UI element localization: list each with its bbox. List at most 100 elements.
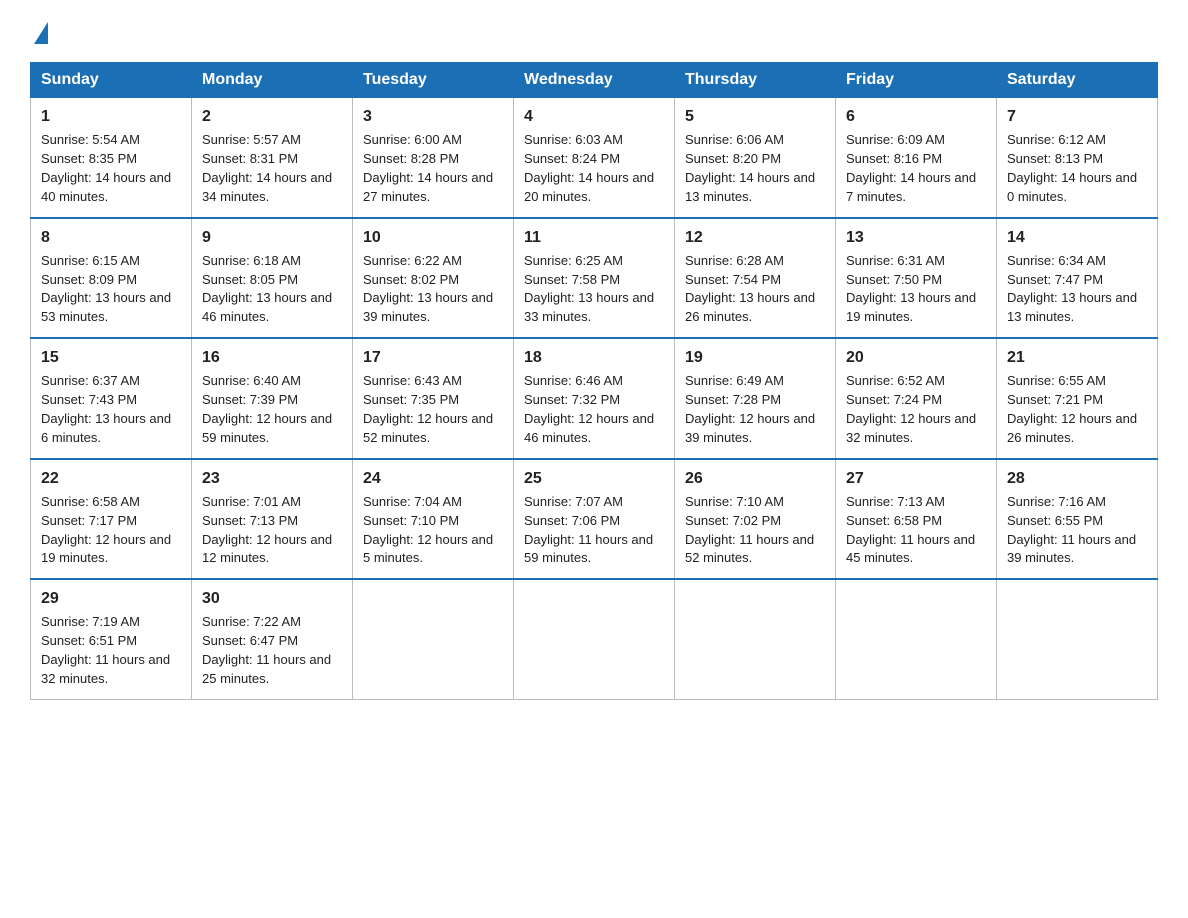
day-number: 29 [41, 587, 181, 610]
day-number: 15 [41, 346, 181, 369]
day-info: Sunrise: 6:55 AMSunset: 7:21 PMDaylight:… [1007, 372, 1147, 447]
day-number: 28 [1007, 467, 1147, 490]
day-number: 24 [363, 467, 503, 490]
calendar-cell: 26Sunrise: 7:10 AMSunset: 7:02 PMDayligh… [675, 459, 836, 580]
calendar-cell: 14 Sunrise: 6:34 AMSunset: 7:47 PMDayligh… [997, 218, 1158, 339]
calendar-cell: 18 Sunrise: 6:46 AMSunset: 7:32 PMDayligh… [514, 338, 675, 459]
calendar-cell: 6 Sunrise: 6:09 AMSunset: 8:16 PMDaylight… [836, 98, 997, 218]
day-number: 23 [202, 467, 342, 490]
day-number: 16 [202, 346, 342, 369]
calendar-cell [836, 579, 997, 699]
calendar-cell: 28 Sunrise: 7:16 AMSunset: 6:55 PMDayligh… [997, 459, 1158, 580]
day-info: Sunrise: 6:22 AMSunset: 8:02 PMDaylight:… [363, 252, 503, 327]
day-number: 10 [363, 226, 503, 249]
header-monday: Monday [192, 63, 353, 98]
day-info: Sunrise: 6:15 AMSunset: 8:09 PMDaylight:… [41, 252, 181, 327]
day-number: 13 [846, 226, 986, 249]
calendar-cell: 20Sunrise: 6:52 AMSunset: 7:24 PMDayligh… [836, 338, 997, 459]
day-number: 14 [1007, 226, 1147, 249]
calendar-cell: 19 Sunrise: 6:49 AMSunset: 7:28 PMDayligh… [675, 338, 836, 459]
day-number: 2 [202, 105, 342, 128]
calendar-week-row: 29Sunrise: 7:19 AMSunset: 6:51 PMDayligh… [31, 579, 1158, 699]
day-number: 19 [685, 346, 825, 369]
day-number: 1 [41, 105, 181, 128]
calendar-cell [997, 579, 1158, 699]
calendar-cell: 16 Sunrise: 6:40 AMSunset: 7:39 PMDayligh… [192, 338, 353, 459]
day-number: 5 [685, 105, 825, 128]
calendar-cell: 8 Sunrise: 6:15 AMSunset: 8:09 PMDaylight… [31, 218, 192, 339]
header-sunday: Sunday [31, 63, 192, 98]
day-info: Sunrise: 5:54 AMSunset: 8:35 PMDaylight:… [41, 131, 181, 206]
day-info: Sunrise: 6:43 AMSunset: 7:35 PMDaylight:… [363, 372, 503, 447]
calendar-cell: 27 Sunrise: 7:13 AMSunset: 6:58 PMDayligh… [836, 459, 997, 580]
day-info: Sunrise: 6:31 AMSunset: 7:50 PMDaylight:… [846, 252, 986, 327]
calendar-cell: 24Sunrise: 7:04 AMSunset: 7:10 PMDayligh… [353, 459, 514, 580]
day-number: 30 [202, 587, 342, 610]
calendar-cell: 10 Sunrise: 6:22 AMSunset: 8:02 PMDayligh… [353, 218, 514, 339]
day-info: Sunrise: 6:37 AMSunset: 7:43 PMDaylight:… [41, 372, 181, 447]
header-friday: Friday [836, 63, 997, 98]
header-wednesday: Wednesday [514, 63, 675, 98]
calendar-cell: 12 Sunrise: 6:28 AMSunset: 7:54 PMDayligh… [675, 218, 836, 339]
header-saturday: Saturday [997, 63, 1158, 98]
calendar-cell: 9Sunrise: 6:18 AMSunset: 8:05 PMDaylight… [192, 218, 353, 339]
calendar-cell: 11Sunrise: 6:25 AMSunset: 7:58 PMDayligh… [514, 218, 675, 339]
calendar-cell: 25 Sunrise: 7:07 AMSunset: 7:06 PMDayligh… [514, 459, 675, 580]
day-info: Sunrise: 5:57 AMSunset: 8:31 PMDaylight:… [202, 131, 342, 206]
day-info: Sunrise: 6:40 AMSunset: 7:39 PMDaylight:… [202, 372, 342, 447]
day-number: 8 [41, 226, 181, 249]
day-info: Sunrise: 7:22 AMSunset: 6:47 PMDaylight:… [202, 613, 342, 688]
logo-triangle-icon [34, 22, 48, 44]
day-info: Sunrise: 7:16 AMSunset: 6:55 PMDaylight:… [1007, 493, 1147, 568]
header-thursday: Thursday [675, 63, 836, 98]
calendar-week-row: 8 Sunrise: 6:15 AMSunset: 8:09 PMDaylight… [31, 218, 1158, 339]
calendar-cell: 29Sunrise: 7:19 AMSunset: 6:51 PMDayligh… [31, 579, 192, 699]
day-number: 22 [41, 467, 181, 490]
calendar-cell [675, 579, 836, 699]
calendar-cell: 5 Sunrise: 6:06 AMSunset: 8:20 PMDaylight… [675, 98, 836, 218]
day-number: 26 [685, 467, 825, 490]
calendar-cell: 21 Sunrise: 6:55 AMSunset: 7:21 PMDayligh… [997, 338, 1158, 459]
day-number: 11 [524, 226, 664, 249]
day-number: 3 [363, 105, 503, 128]
day-info: Sunrise: 6:09 AMSunset: 8:16 PMDaylight:… [846, 131, 986, 206]
calendar-cell: 2 Sunrise: 5:57 AMSunset: 8:31 PMDaylight… [192, 98, 353, 218]
day-info: Sunrise: 6:46 AMSunset: 7:32 PMDaylight:… [524, 372, 664, 447]
day-info: Sunrise: 6:58 AMSunset: 7:17 PMDaylight:… [41, 493, 181, 568]
day-number: 27 [846, 467, 986, 490]
logo [30, 20, 48, 44]
calendar-cell [353, 579, 514, 699]
page-header [30, 20, 1158, 44]
calendar-header-row: SundayMondayTuesdayWednesdayThursdayFrid… [31, 63, 1158, 98]
day-info: Sunrise: 6:34 AMSunset: 7:47 PMDaylight:… [1007, 252, 1147, 327]
day-number: 6 [846, 105, 986, 128]
calendar-week-row: 1 Sunrise: 5:54 AMSunset: 8:35 PMDaylight… [31, 98, 1158, 218]
day-number: 21 [1007, 346, 1147, 369]
calendar-cell: 7Sunrise: 6:12 AMSunset: 8:13 PMDaylight… [997, 98, 1158, 218]
day-number: 25 [524, 467, 664, 490]
calendar-cell: 4Sunrise: 6:03 AMSunset: 8:24 PMDaylight… [514, 98, 675, 218]
day-info: Sunrise: 7:07 AMSunset: 7:06 PMDaylight:… [524, 493, 664, 568]
calendar-cell: 1 Sunrise: 5:54 AMSunset: 8:35 PMDaylight… [31, 98, 192, 218]
day-info: Sunrise: 7:01 AMSunset: 7:13 PMDaylight:… [202, 493, 342, 568]
calendar-cell: 3 Sunrise: 6:00 AMSunset: 8:28 PMDaylight… [353, 98, 514, 218]
calendar-cell: 13 Sunrise: 6:31 AMSunset: 7:50 PMDayligh… [836, 218, 997, 339]
calendar-week-row: 15 Sunrise: 6:37 AMSunset: 7:43 PMDayligh… [31, 338, 1158, 459]
day-number: 20 [846, 346, 986, 369]
calendar-cell: 22 Sunrise: 6:58 AMSunset: 7:17 PMDayligh… [31, 459, 192, 580]
day-info: Sunrise: 6:03 AMSunset: 8:24 PMDaylight:… [524, 131, 664, 206]
calendar-table: SundayMondayTuesdayWednesdayThursdayFrid… [30, 62, 1158, 700]
day-info: Sunrise: 6:00 AMSunset: 8:28 PMDaylight:… [363, 131, 503, 206]
day-number: 7 [1007, 105, 1147, 128]
day-number: 18 [524, 346, 664, 369]
day-info: Sunrise: 6:28 AMSunset: 7:54 PMDaylight:… [685, 252, 825, 327]
day-info: Sunrise: 7:13 AMSunset: 6:58 PMDaylight:… [846, 493, 986, 568]
day-number: 17 [363, 346, 503, 369]
day-info: Sunrise: 6:06 AMSunset: 8:20 PMDaylight:… [685, 131, 825, 206]
calendar-cell: 15 Sunrise: 6:37 AMSunset: 7:43 PMDayligh… [31, 338, 192, 459]
calendar-cell: 23 Sunrise: 7:01 AMSunset: 7:13 PMDayligh… [192, 459, 353, 580]
header-tuesday: Tuesday [353, 63, 514, 98]
day-number: 12 [685, 226, 825, 249]
day-info: Sunrise: 6:49 AMSunset: 7:28 PMDaylight:… [685, 372, 825, 447]
day-info: Sunrise: 6:18 AMSunset: 8:05 PMDaylight:… [202, 252, 342, 327]
